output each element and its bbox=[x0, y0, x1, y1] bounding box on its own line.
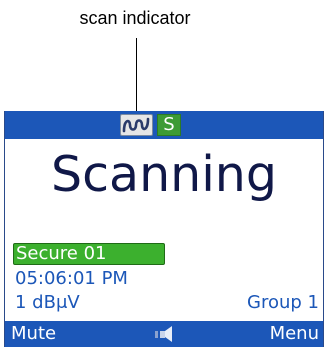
mute-softkey[interactable]: Mute bbox=[11, 323, 56, 344]
softkey-bar: Mute Menu bbox=[5, 321, 323, 347]
scan-status-text: Scanning bbox=[51, 146, 277, 203]
rf-level-readout: 1 dBμV bbox=[15, 292, 80, 313]
status-bar: S bbox=[5, 111, 323, 139]
scan-wave-icon bbox=[120, 114, 153, 136]
speaker-icon bbox=[155, 326, 179, 342]
clock-time: 05:06:01 PM bbox=[15, 268, 128, 289]
secure-s-icon: S bbox=[157, 114, 181, 136]
menu-softkey[interactable]: Menu bbox=[270, 323, 319, 344]
callout-leader-line bbox=[136, 38, 137, 114]
channel-name[interactable]: Secure 01 bbox=[13, 243, 165, 265]
scan-indicator-callout: scan indicator bbox=[79, 8, 191, 28]
group-label: Group 1 bbox=[247, 292, 319, 313]
radio-display: S Scanning Secure 01 05:06:01 PM 1 dBμV … bbox=[4, 111, 324, 347]
